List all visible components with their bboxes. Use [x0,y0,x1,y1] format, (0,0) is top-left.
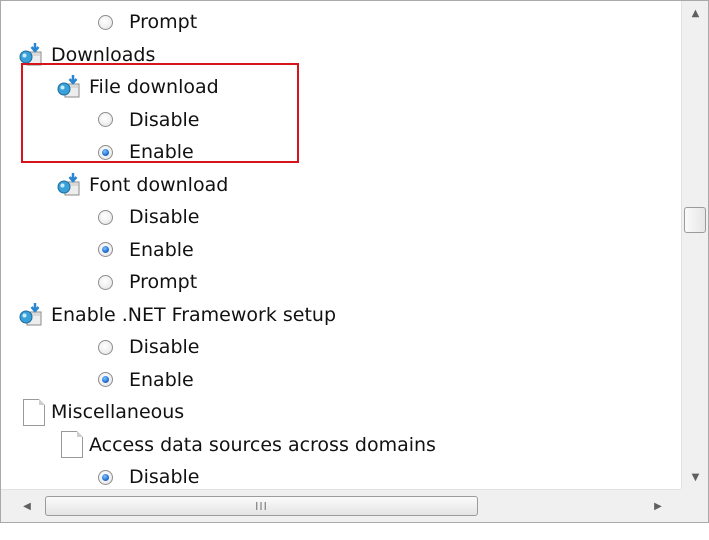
radio-option-prompt[interactable]: Prompt [98,266,197,298]
group-label: File download [89,76,219,98]
group-label: Font download [89,173,229,196]
radio-checked-icon[interactable] [98,144,113,160]
vertical-scroll-thumb[interactable] [684,207,706,233]
arrow-left-icon[interactable]: ◀ [15,490,39,522]
radio-checked-icon[interactable] [98,242,113,257]
arrow-down-icon[interactable]: ▼ [682,465,708,489]
radio-option-prompt[interactable]: Prompt [98,6,197,38]
radio-option-enable[interactable]: Enable [98,234,194,266]
radio-label: Disable [129,206,200,228]
radio-label: Disable [129,466,200,488]
horizontal-scroll-thumb[interactable]: III [45,496,478,516]
setting-group-file-download: File download [55,71,219,103]
settings-icon [19,42,42,65]
settings-icon [57,75,80,98]
radio-unchecked-icon[interactable] [98,112,113,127]
radio-label: Enable [129,368,194,391]
setting-group-miscellaneous: Miscellaneous [23,396,184,428]
settings-icon [19,302,42,325]
group-label: Miscellaneous [51,401,185,423]
arrow-right-icon[interactable]: ▶ [646,490,670,522]
radio-label: Enable [129,238,194,261]
vertical-scrollbar[interactable]: ▲ ▼ [681,1,708,489]
settings-icon [57,172,80,195]
group-label: Downloads [51,43,156,66]
horizontal-scrollbar[interactable]: ◀ III ▶ [1,489,681,522]
grip-icon: III [255,499,268,513]
radio-option-enable[interactable]: Enable [98,364,194,396]
radio-label: Disable [129,336,200,358]
setting-group-downloads: Downloads [17,39,155,71]
radio-label: Enable [129,141,194,163]
radio-label: Prompt [129,271,198,293]
scrollbar-corner [681,489,708,522]
setting-group-enable-net-framework-setup: Enable .NET Framework setup [17,299,336,331]
radio-option-enable[interactable]: Enable [98,136,194,168]
settings-tree: Prompt Downloads File download Disable Enabl… [1,1,681,489]
radio-option-disable[interactable]: Disable [98,331,199,363]
radio-option-disable[interactable]: Disable [98,104,199,136]
radio-label: Prompt [129,11,198,33]
setting-group-access-data-sources-across-domains: Access data sources across domains [61,429,436,461]
radio-label: Disable [129,108,200,131]
radio-option-disable[interactable]: Disable [98,461,199,489]
radio-checked-icon[interactable] [98,372,113,387]
radio-unchecked-icon[interactable] [98,274,113,290]
group-label: Enable .NET Framework setup [51,303,337,326]
radio-unchecked-icon[interactable] [98,14,113,30]
page-icon [23,398,45,426]
radio-checked-icon[interactable] [98,469,113,485]
radio-unchecked-icon[interactable] [98,339,113,355]
radio-option-disable[interactable]: Disable [98,201,199,233]
setting-group-font-download: Font download [55,169,228,201]
group-label: Access data sources across domains [89,433,436,456]
page-icon [61,431,83,458]
arrow-up-icon[interactable]: ▲ [682,1,708,25]
security-settings-list: Prompt Downloads File download Disable Enabl… [0,0,709,523]
radio-unchecked-icon[interactable] [98,209,113,225]
